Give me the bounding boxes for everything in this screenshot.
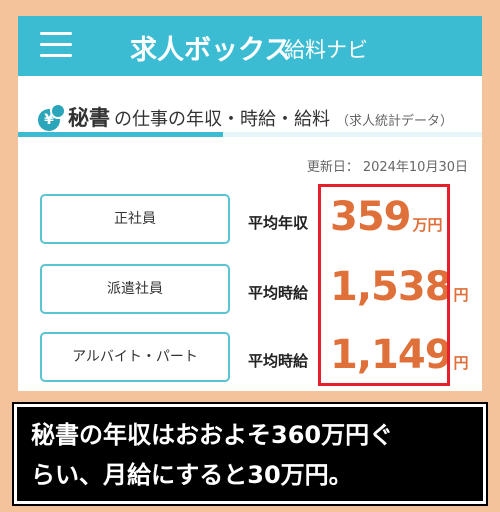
updated-date-value: 2024年10月30日 [362,160,468,175]
employment-type-button-parttime[interactable]: アルバイト・パート [40,332,230,382]
employment-type-button-fulltime[interactable]: 正社員 [40,194,230,244]
salary-card: 求人ボックス 給料ナビ ¥ 秘書 の仕事の年収・時給・給料 （求人統計データ） 更新… [18,16,482,391]
caption-line-2: らい、月給にすると30万円。 [31,461,353,489]
pay-amount-unit: 円 [453,354,469,372]
section-divider [18,132,482,137]
pay-amount-unit: 円 [453,286,469,304]
brand-logo[interactable]: 求人ボックス [130,28,291,67]
yen-coin-icon: ¥ [38,103,66,131]
hamburger-menu-icon[interactable] [40,32,72,58]
section-header: ¥ 秘書 の仕事の年収・時給・給料 （求人統計データ） [18,76,482,150]
pay-label: 平均年収 [248,214,309,232]
pay-label: 平均時給 [248,284,309,302]
app-header: 求人ボックス 給料ナビ [18,16,482,76]
updated-date: 更新日： 2024年10月30日 [306,160,468,175]
job-title: 秘書 [68,106,110,130]
brand-subtitle: 給料ナビ [284,38,368,62]
caption-line-1: 秘書の年収はおおよそ360万円ぐ [31,421,394,449]
employment-type-button-dispatch[interactable]: 派遣社員 [40,264,230,314]
highlight-box [318,184,450,386]
section-note: （求人統計データ） [336,114,454,129]
section-title: 秘書 の仕事の年収・時給・給料 （求人統計データ） [68,102,453,132]
section-title-text: の仕事の年収・時給・給料 [114,109,330,130]
caption-box: 秘書の年収はおおよそ360万円ぐ らい、月給にすると30万円。 [14,404,486,504]
pay-label: 平均時給 [248,352,309,370]
